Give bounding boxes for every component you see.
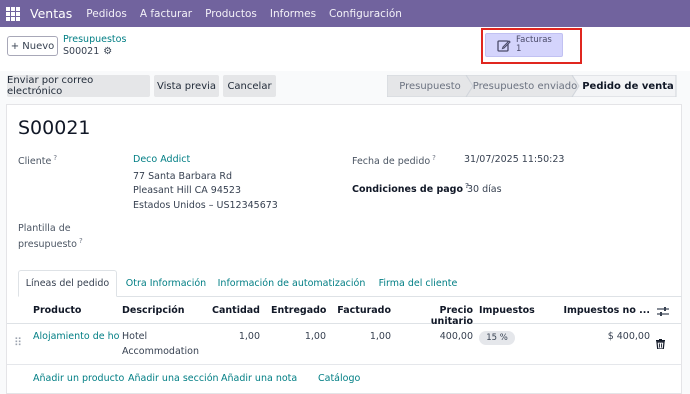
order-title: S00021 (18, 117, 91, 139)
notebook-tabs: Líneas del pedido Otra Información Infor… (18, 270, 682, 297)
main-navbar: Ventas Pedidos A facturar Productos Info… (0, 0, 690, 27)
tab-automation-info[interactable]: Información de automatización (216, 270, 367, 297)
drag-handle-icon[interactable]: ⠿ (14, 336, 22, 349)
customer-link[interactable]: Deco Addict (133, 154, 190, 165)
address-line-3: Estados Unidos – US12345673 (133, 200, 278, 211)
new-button[interactable]: + Nuevo (7, 36, 58, 56)
menu-a-facturar[interactable]: A facturar (140, 8, 192, 20)
line-quantity[interactable]: 1,00 (212, 331, 260, 342)
table-row[interactable]: ⠿ Alojamiento de hote Hotel Accommodatio… (7, 325, 681, 365)
menu-pedidos[interactable]: Pedidos (86, 8, 127, 20)
status-presupuesto[interactable]: Presupuesto (387, 75, 473, 97)
tab-customer-signature[interactable]: Firma del cliente (372, 270, 464, 297)
template-label-line1: Plantilla de (18, 223, 71, 234)
col-product[interactable]: Producto (33, 305, 81, 316)
col-quantity[interactable]: Cantidad (212, 305, 260, 316)
order-date-value[interactable]: 31/07/2025 11:50:23 (464, 154, 564, 165)
tab-order-lines[interactable]: Líneas del pedido (18, 270, 117, 297)
gear-icon[interactable]: ⚙ (103, 46, 112, 57)
tab-other-info[interactable]: Otra Información (120, 270, 212, 297)
col-taxes-excl[interactable]: Impuestos no ... (562, 305, 650, 316)
apps-menu-icon[interactable] (6, 6, 20, 21)
line-delivered[interactable]: 1,00 (271, 331, 326, 342)
template-label-line2: presupuesto? (18, 237, 83, 251)
optional-columns-icon[interactable] (657, 306, 669, 317)
preview-button[interactable]: Vista previa (154, 75, 219, 97)
status-presupuesto-enviado[interactable]: Presupuesto enviado (470, 75, 580, 97)
send-email-button[interactable]: Enviar por correo electrónico (7, 75, 150, 97)
app-brand[interactable]: Ventas (30, 6, 72, 21)
add-note-link[interactable]: Añadir una nota (221, 373, 297, 384)
invoices-count: 1 (516, 44, 522, 54)
col-description[interactable]: Descripción (122, 305, 185, 316)
trash-icon[interactable] (656, 339, 665, 349)
col-invoiced[interactable]: Facturado (337, 305, 391, 316)
tax-badge[interactable]: 15 % (479, 331, 515, 345)
cancel-button[interactable]: Cancelar (223, 75, 276, 97)
order-date-label: Fecha de pedido? (352, 154, 436, 168)
line-subtotal: $ 400,00 (607, 331, 650, 342)
add-section-link[interactable]: Añadir una sección (128, 373, 219, 384)
line-description-1[interactable]: Hotel (122, 331, 147, 342)
line-unit-price[interactable]: 400,00 (399, 331, 473, 342)
line-invoiced[interactable]: 1,00 (337, 331, 391, 342)
invoices-smart-button[interactable]: Facturas 1 (485, 33, 563, 57)
line-description-2: Accommodation (122, 346, 199, 357)
col-taxes[interactable]: Impuestos (479, 305, 535, 316)
action-bar: Enviar por correo electrónico Vista prev… (0, 71, 690, 101)
status-pedido-de-venta[interactable]: Pedido de venta (579, 75, 677, 97)
customer-label: Cliente? (18, 154, 58, 168)
line-product[interactable]: Alojamiento de hote (33, 331, 120, 342)
col-delivered[interactable]: Entregado (271, 305, 326, 316)
breadcrumb-current-label: S00021 (63, 46, 100, 57)
invoices-label: Facturas (516, 35, 552, 45)
control-panel: + Nuevo Presupuestos S00021 ⚙ Facturas 1 (0, 27, 690, 71)
menu-productos[interactable]: Productos (205, 8, 257, 20)
address-line-2: Pleasant Hill CA 94523 (133, 185, 242, 196)
breadcrumb-current: S00021 ⚙ (63, 46, 112, 57)
address-line-1: 77 Santa Barbara Rd (133, 171, 233, 182)
help-icon[interactable]: ? (53, 154, 57, 162)
edit-invoice-icon (497, 39, 511, 52)
catalog-link[interactable]: Catálogo (318, 373, 360, 384)
add-product-link[interactable]: Añadir un producto (33, 373, 124, 384)
payment-terms-label: Condiciones de pago? (352, 182, 470, 196)
menu-configuracion[interactable]: Configuración (329, 8, 402, 20)
help-icon[interactable]: ? (79, 237, 83, 245)
help-icon[interactable]: ? (432, 154, 436, 162)
menu-informes[interactable]: Informes (270, 8, 316, 20)
col-unit-price[interactable]: Precio unitario (399, 305, 473, 327)
order-lines-header: Producto Descripción Cantidad Entregado … (7, 298, 681, 327)
payment-terms-value[interactable]: 30 días (467, 184, 502, 195)
breadcrumb-parent[interactable]: Presupuestos (63, 34, 126, 45)
